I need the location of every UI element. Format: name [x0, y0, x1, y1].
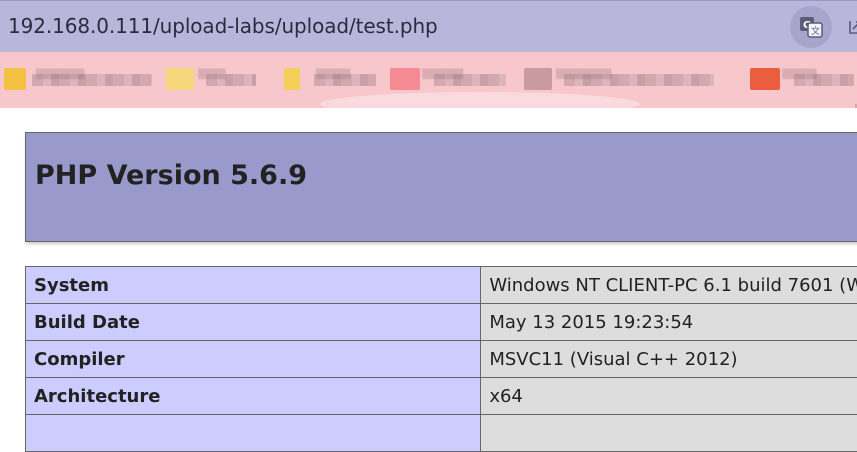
bookmark-label-text: ▒▒▒▒▒: [316, 70, 351, 80]
row-key: [26, 415, 481, 452]
table-row: Build Date May 13 2015 19:23:54: [26, 304, 857, 341]
row-value: [481, 415, 857, 452]
site-icon: [524, 68, 552, 90]
row-value: x64: [481, 378, 857, 415]
translate-icon: G 文: [799, 15, 823, 39]
bookmark-label-text: ▒▒▒▒▒▒▒: [36, 70, 84, 80]
php-version-header: PHP Version 5.6.9: [25, 132, 857, 242]
row-value: Windows NT CLIENT-PC 6.1 build 7601 (W: [481, 267, 857, 304]
bookmark-item[interactable]: ▒▒▒▒: [166, 68, 256, 92]
bookmarks-bar: ▒▒▒▒▒▒▒ ▒▒▒▒ ▒▒▒▒▒ ▒▒▒▒▒▒ ▒▒▒▒▒▒▒▒ ▒▒▒▒▒: [0, 52, 857, 108]
page-title: PHP Version 5.6.9: [35, 160, 307, 191]
bookmark-item[interactable]: ▒▒▒▒▒▒▒▒: [524, 68, 714, 92]
bookmark-item[interactable]: ▒▒▒▒▒▒▒: [4, 68, 154, 92]
row-key: Compiler: [26, 341, 481, 378]
external-icon[interactable]: [848, 17, 857, 37]
bookmark-item[interactable]: ▒▒▒▒▒: [284, 68, 379, 92]
row-key: System: [26, 267, 481, 304]
folder-icon: [4, 68, 26, 90]
bookmark-item[interactable]: ▒▒▒▒▒▒: [390, 68, 510, 92]
table-row: System Windows NT CLIENT-PC 6.1 build 76…: [26, 267, 857, 304]
site-icon: [390, 68, 420, 90]
bookmark-label-text: ▒▒▒▒▒: [782, 70, 817, 80]
address-bar[interactable]: 192.168.0.111/upload-labs/upload/test.ph…: [0, 0, 857, 52]
table-row: [26, 415, 857, 452]
translate-button[interactable]: G 文: [790, 6, 832, 48]
svg-text:文: 文: [811, 25, 820, 37]
row-value: May 13 2015 19:23:54: [481, 304, 857, 341]
bookmark-item[interactable]: ▒▒▒▒▒: [750, 68, 854, 92]
bookmark-label-text: ▒▒▒▒▒▒▒▒: [556, 70, 611, 80]
bookmarks-fade: [320, 92, 640, 108]
row-value: MSVC11 (Visual C++ 2012): [481, 341, 857, 378]
url-text[interactable]: 192.168.0.111/upload-labs/upload/test.ph…: [8, 14, 438, 38]
row-key: Build Date: [26, 304, 481, 341]
bookmark-label-text: ▒▒▒▒: [198, 70, 226, 80]
table-row: Compiler MSVC11 (Visual C++ 2012): [26, 341, 857, 378]
row-key: Architecture: [26, 378, 481, 415]
folder-icon: [166, 68, 194, 90]
site-icon: [750, 68, 780, 90]
phpinfo-table: System Windows NT CLIENT-PC 6.1 build 76…: [25, 266, 857, 452]
bookmark-label-text: ▒▒▒▒▒▒: [422, 70, 464, 80]
table-row: Architecture x64: [26, 378, 857, 415]
folder-icon: [284, 68, 300, 90]
